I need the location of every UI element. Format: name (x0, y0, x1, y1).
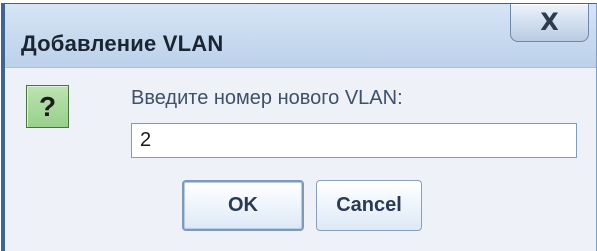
close-icon: X (540, 8, 559, 36)
screen: Добавление VLAN X ? Введите номер нового… (0, 0, 597, 251)
vlan-dialog: Добавление VLAN X ? Введите номер нового… (1, 3, 597, 251)
ok-button[interactable]: OK (182, 180, 304, 231)
dialog-content: ? Введите номер нового VLAN: OK Cancel (5, 68, 596, 251)
cancel-button[interactable]: Cancel (316, 180, 422, 231)
vlan-prompt-label: Введите номер нового VLAN: (131, 87, 403, 109)
dialog-title: Добавление VLAN (21, 31, 224, 56)
dialog-titlebar: Добавление VLAN X (5, 4, 596, 68)
question-icon: ? (26, 85, 69, 128)
close-button[interactable]: X (510, 4, 589, 42)
vlan-number-input[interactable] (131, 123, 577, 158)
